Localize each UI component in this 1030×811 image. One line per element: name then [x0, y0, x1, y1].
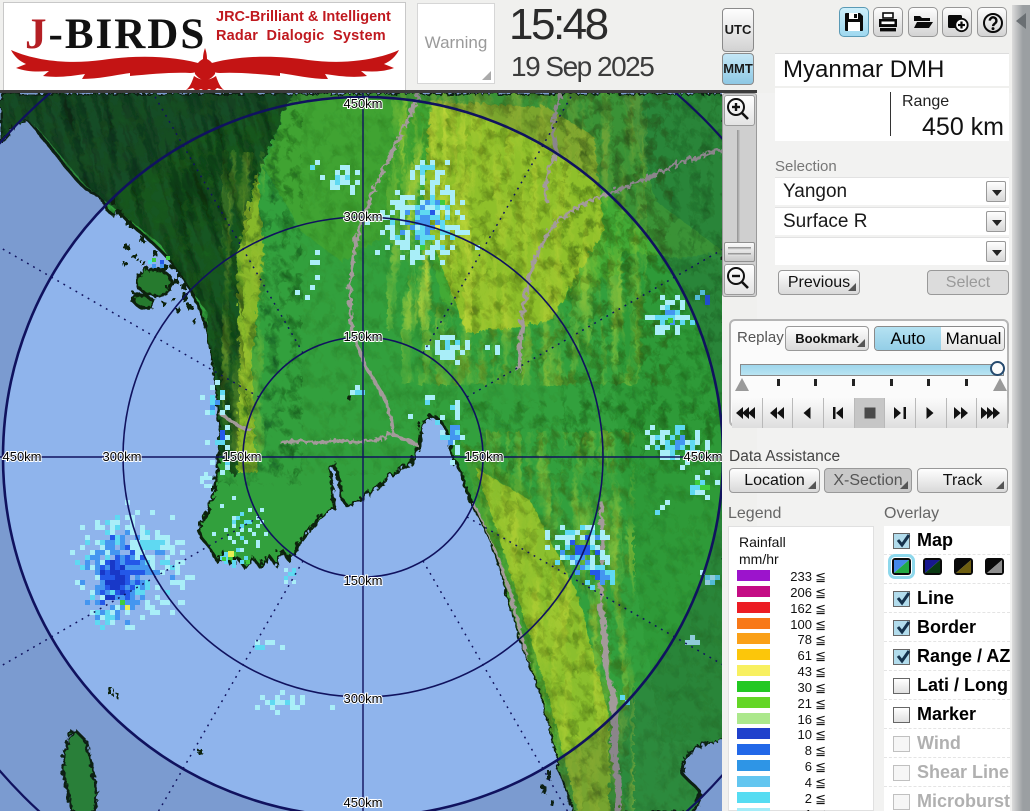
svg-text:150km: 150km: [343, 329, 382, 344]
svg-text:450km: 450km: [2, 449, 41, 464]
svg-text:300km: 300km: [343, 691, 382, 706]
svg-text:300km: 300km: [102, 449, 141, 464]
svg-text:150km: 150km: [343, 573, 382, 588]
svg-text:300km: 300km: [343, 209, 382, 224]
svg-text:150km: 150km: [222, 449, 261, 464]
svg-text:450km: 450km: [683, 449, 722, 464]
svg-text:450km: 450km: [343, 795, 382, 810]
svg-text:150km: 150km: [464, 449, 503, 464]
svg-text:450km: 450km: [343, 96, 382, 111]
